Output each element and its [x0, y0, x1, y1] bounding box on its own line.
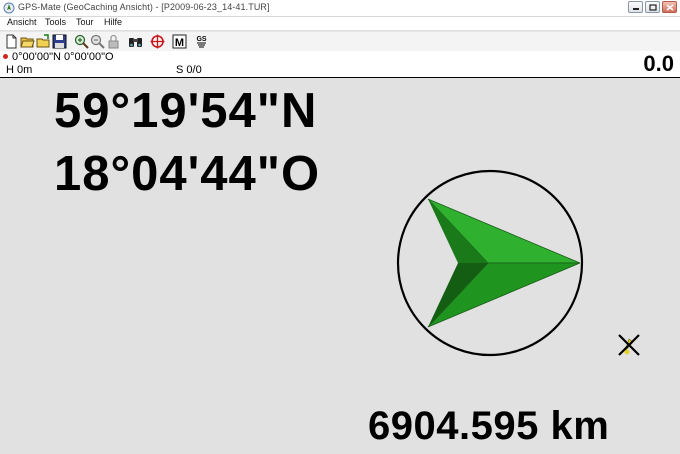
lock-icon [108, 34, 119, 49]
gs-button[interactable]: GS [194, 34, 209, 49]
app-icon [3, 2, 15, 14]
speed-value: 0.0 [643, 51, 674, 76]
satellite-count: S 0/0 [176, 64, 202, 76]
crosshair-button[interactable] [150, 34, 165, 49]
direction-arrow-icon [427, 198, 581, 328]
binoculars-button[interactable] [128, 34, 143, 49]
close-icon [666, 3, 673, 11]
status-bar: 0°00'00"N 0°00'00"O H 0m S 0/0 0.0 [0, 51, 680, 78]
distance-value: 6904.595 km [368, 404, 610, 448]
target-latitude: 59°19'54"N [54, 84, 318, 138]
maximize-icon [648, 3, 657, 11]
close-button[interactable] [662, 1, 677, 13]
map-button[interactable]: M [172, 34, 187, 49]
menu-ansicht[interactable]: Ansicht [7, 17, 37, 27]
open-folder-icon [20, 37, 35, 48]
save-button[interactable] [52, 34, 67, 49]
open-button[interactable] [36, 34, 51, 49]
zoom-out-button[interactable] [90, 34, 105, 49]
toolbar: M GS [0, 31, 680, 52]
current-position: 0°00'00"N 0°00'00"O [12, 51, 114, 63]
open-folder-button[interactable] [20, 34, 35, 49]
title-bar: GPS-Mate (GeoCaching Ansicht) - [P2009-0… [0, 0, 680, 17]
menu-hilfe[interactable]: Hilfe [104, 17, 122, 27]
crosshair-icon [150, 34, 165, 49]
map-icon: M [172, 34, 187, 49]
maximize-button[interactable] [645, 1, 660, 13]
height-value: H 0m [6, 64, 33, 76]
save-icon [52, 34, 67, 49]
minimize-button[interactable] [628, 1, 643, 13]
gps-status-icon [3, 54, 8, 59]
open-icon [36, 34, 50, 48]
compass [396, 169, 584, 357]
menu-bar: Ansicht Tools Tour Hilfe [0, 17, 680, 30]
minimize-icon [632, 8, 639, 10]
zoom-in-button[interactable] [74, 34, 89, 49]
window-title: GPS-Mate (GeoCaching Ansicht) - [P2009-0… [18, 2, 270, 12]
zoom-out-icon [90, 34, 105, 49]
svg-text:GS: GS [196, 36, 206, 43]
gs-icon: GS [196, 36, 207, 48]
geocache-target-icon [618, 334, 640, 356]
target-longitude: 18°04'44"O [54, 147, 321, 201]
new-file-button[interactable] [4, 34, 19, 49]
menu-tools[interactable]: Tools [45, 17, 66, 27]
zoom-in-icon [74, 34, 89, 49]
new-file-icon [6, 34, 17, 49]
svg-text:M: M [175, 37, 184, 49]
binoculars-icon [129, 38, 142, 47]
lock-button[interactable] [106, 34, 121, 49]
menu-tour[interactable]: Tour [76, 17, 94, 27]
